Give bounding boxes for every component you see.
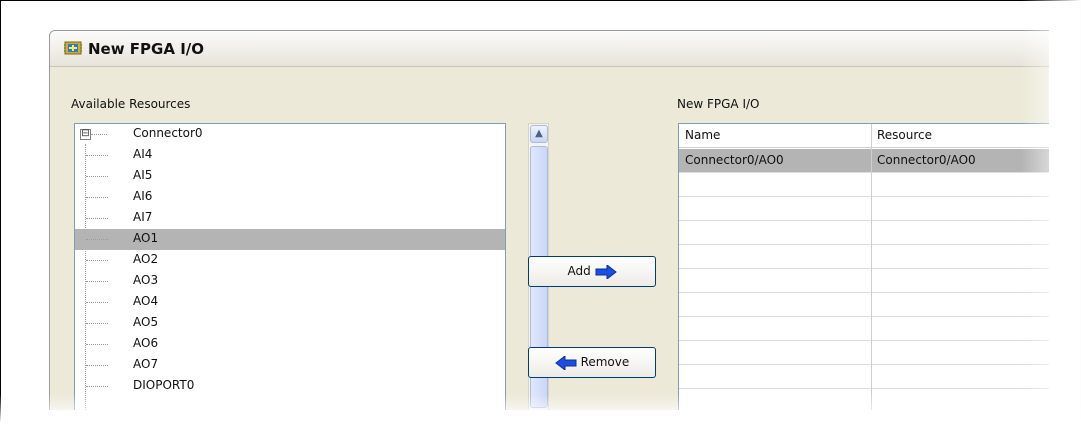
tree-item[interactable]: DIOPORT0 bbox=[75, 376, 505, 397]
tree-item-label: AO7 bbox=[133, 357, 159, 371]
tree-branch-line bbox=[86, 344, 108, 345]
tree-item[interactable]: AO2 bbox=[75, 250, 505, 271]
tree-item[interactable]: AO1 bbox=[75, 229, 505, 250]
tree-branch-line bbox=[86, 281, 108, 282]
table-row-empty[interactable] bbox=[679, 389, 1049, 410]
table-row[interactable]: Connector0/AO0 Connector0/AO0 bbox=[679, 149, 1049, 173]
tree-item-label: AO2 bbox=[133, 252, 159, 266]
tree-item-label: AI6 bbox=[133, 189, 153, 203]
tree-branch-line bbox=[86, 218, 108, 219]
tree-branch-line bbox=[91, 134, 107, 135]
tree-item[interactable]: AI5 bbox=[75, 166, 505, 187]
tree-item[interactable]: AI4 bbox=[75, 145, 505, 166]
tree-item-label: AO3 bbox=[133, 273, 159, 287]
tree-item-label: AI7 bbox=[133, 210, 153, 224]
tree-root-node[interactable]: ⊟ Connector0 bbox=[75, 124, 505, 145]
table-row-empty[interactable] bbox=[679, 221, 1049, 245]
right-arrow-icon bbox=[595, 264, 617, 279]
window-title: New FPGA I/O bbox=[88, 40, 205, 58]
tree-branch-line bbox=[86, 260, 108, 261]
dialog-window: New FPGA I/O Available Resources New FPG… bbox=[49, 30, 1049, 410]
scroll-up-arrow-icon[interactable]: ▲ bbox=[530, 125, 548, 143]
table-row-empty[interactable] bbox=[679, 197, 1049, 221]
table-row-empty[interactable] bbox=[679, 317, 1049, 341]
tree-branch-line bbox=[86, 323, 108, 324]
tree-item[interactable]: AO6 bbox=[75, 334, 505, 355]
tree-item-label: AI5 bbox=[133, 168, 153, 182]
tree-branch-line bbox=[86, 155, 108, 156]
available-resources-label: Available Resources bbox=[71, 97, 191, 111]
column-separator bbox=[871, 124, 872, 410]
tree-item-label: AI4 bbox=[133, 147, 153, 161]
new-io-table[interactable]: Name Resource Connector0/AO0 Connector0/A… bbox=[678, 123, 1049, 410]
tree-branch-line bbox=[86, 176, 108, 177]
tree-item-label: AO1 bbox=[133, 231, 159, 245]
tree-item[interactable]: AO5 bbox=[75, 313, 505, 334]
tree-item[interactable]: AI7 bbox=[75, 208, 505, 229]
fpga-app-icon bbox=[64, 41, 82, 55]
tree-item-label: AO4 bbox=[133, 294, 159, 308]
tree-branch-line bbox=[86, 302, 108, 303]
tree-item-label: AO6 bbox=[133, 336, 159, 350]
tree-item-label: DIOPORT0 bbox=[133, 378, 195, 392]
table-row-empty[interactable] bbox=[679, 269, 1049, 293]
table-row-empty[interactable] bbox=[679, 173, 1049, 197]
tree-branch-line bbox=[86, 365, 108, 366]
add-button-label: Add bbox=[567, 264, 591, 278]
table-header: Name Resource bbox=[679, 124, 1049, 148]
resource-tree[interactable]: ⊟ Connector0 AI4 AI5 AI6 AI7 AO1 AO2 AO3 AO4 AO5… bbox=[74, 123, 506, 410]
tree-item[interactable]: AO4 bbox=[75, 292, 505, 313]
tree-item[interactable]: AO7 bbox=[75, 355, 505, 376]
cell-resource[interactable]: Connector0/AO0 bbox=[877, 153, 976, 167]
remove-button[interactable]: Remove bbox=[528, 347, 656, 378]
tree-root-label: Connector0 bbox=[133, 126, 203, 140]
tree-item[interactable]: AO3 bbox=[75, 271, 505, 292]
table-row-empty[interactable] bbox=[679, 365, 1049, 389]
tree-branch-line bbox=[86, 239, 108, 240]
new-fpga-io-label: New FPGA I/O bbox=[677, 97, 760, 111]
add-button[interactable]: Add bbox=[528, 256, 656, 287]
table-row-empty[interactable] bbox=[679, 341, 1049, 365]
remove-button-label: Remove bbox=[580, 355, 630, 369]
column-header-name[interactable]: Name bbox=[685, 128, 720, 142]
tree-branch-line bbox=[86, 386, 108, 387]
collapse-icon[interactable]: ⊟ bbox=[80, 129, 91, 140]
left-arrow-icon bbox=[554, 355, 577, 370]
tree-branch-line bbox=[86, 197, 108, 198]
table-row-empty[interactable] bbox=[679, 245, 1049, 269]
column-header-resource[interactable]: Resource bbox=[877, 128, 932, 142]
tree-item[interactable]: AI6 bbox=[75, 187, 505, 208]
cell-name[interactable]: Connector0/AO0 bbox=[685, 153, 784, 167]
title-bar[interactable]: New FPGA I/O bbox=[50, 31, 1049, 67]
tree-item-label: AO5 bbox=[133, 315, 159, 329]
table-row-empty[interactable] bbox=[679, 293, 1049, 317]
